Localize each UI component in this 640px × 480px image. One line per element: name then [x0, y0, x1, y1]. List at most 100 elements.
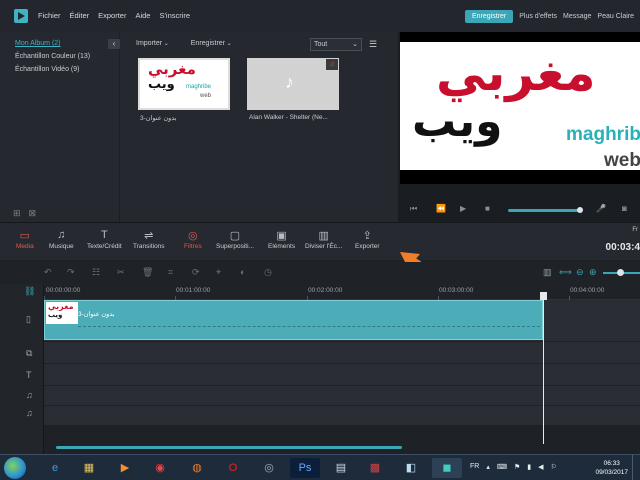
taskbar-clock[interactable]: 06:33 09/03/2017 — [595, 459, 628, 477]
title-actions: Enregistrer Plus d'effets Message Peau C… — [464, 10, 634, 23]
play-icon[interactable]: ▶ — [460, 204, 466, 213]
stop-icon[interactable]: ■ — [485, 204, 490, 213]
media-thumbnail-logo[interactable]: مغربي ويب maghribe web — [138, 58, 230, 110]
import-dropdown[interactable]: Importer — [136, 40, 169, 47]
chrome-icon[interactable]: ◉ — [145, 458, 175, 478]
more-effects-link[interactable]: Plus d'effets — [519, 13, 557, 20]
delete-folder-icon[interactable]: ⊠ — [29, 208, 37, 219]
music-track-2[interactable] — [44, 406, 640, 426]
menu-file[interactable]: Fichier — [38, 11, 61, 20]
zoom-out-icon[interactable]: ⊖ — [576, 267, 584, 278]
redo-icon[interactable]: ↷ — [67, 267, 75, 278]
explorer-icon[interactable]: ▦ — [74, 458, 104, 478]
tool-overlays-label: Superpositi... — [216, 243, 254, 250]
microphone-icon[interactable]: 🎤 — [596, 204, 606, 213]
timeline-clip[interactable]: مغربي ويب بدون عنوان-3 — [44, 300, 543, 340]
volume-icon[interactable]: ◀ — [538, 463, 543, 471]
color-picker-icon[interactable]: ⌖ — [216, 267, 221, 278]
audio-mixer-icon[interactable]: ▥ — [543, 267, 552, 278]
register-button[interactable]: Enregistrer — [464, 10, 514, 23]
zoom-in-icon[interactable]: ⊕ — [589, 267, 597, 278]
crop-icon[interactable]: ⌗ — [168, 267, 173, 278]
tray-up-icon[interactable]: ▴ — [486, 463, 490, 471]
tool-media[interactable]: ▭ Media — [16, 229, 34, 250]
playback-controls: ⏮ ⏪ ▶ ■ 🎤 ◙ — [398, 204, 640, 220]
zoom-slider[interactable] — [603, 269, 640, 276]
skin-link[interactable]: Peau Claire — [597, 13, 634, 20]
opera-icon[interactable]: O — [218, 458, 248, 478]
clock-date: 09/03/2017 — [595, 469, 628, 476]
overlay-track[interactable] — [44, 342, 640, 364]
snap-icon[interactable]: ⛓ — [24, 286, 35, 297]
preview-scrubber[interactable] — [508, 207, 583, 213]
adjust-icon[interactable]: ☷ — [92, 267, 100, 278]
tool-export[interactable]: ⇪ Exporter — [355, 229, 380, 250]
clock-icon[interactable]: ◷ — [264, 267, 272, 278]
album-color-samples[interactable]: Échantillon Couleur (13) — [15, 53, 90, 60]
tool-filters[interactable]: ◎ Filtres — [184, 229, 202, 250]
album-my-album[interactable]: Mon Album (2) — [15, 40, 61, 47]
filters-icon: ◎ — [188, 230, 198, 242]
tool-music[interactable]: ♫ Musique — [49, 229, 74, 250]
menu-edit[interactable]: Éditer — [70, 11, 90, 20]
undo-icon[interactable]: ↶ — [44, 267, 52, 278]
tool-split-screen[interactable]: ▥ Diviser l'Éc... — [305, 229, 342, 250]
show-desktop-button[interactable] — [632, 455, 640, 480]
media-player-icon[interactable]: ▶ — [110, 458, 140, 478]
overlay-icon: ▢ — [229, 230, 241, 242]
media-library: Mon Album (2) Échantillon Couleur (13) É… — [0, 32, 398, 222]
media-thumbnail-audio[interactable]: ♪ ♫ — [247, 58, 339, 110]
tool-transitions[interactable]: ⇌ Transitions — [133, 229, 165, 250]
photoshop-icon[interactable]: Ps — [290, 458, 320, 478]
filter-select[interactable]: Tout ⌄ — [310, 38, 362, 51]
start-button[interactable] — [4, 457, 26, 479]
speed-icon[interactable]: ⟳ — [192, 267, 200, 278]
message-link[interactable]: Message — [563, 13, 591, 20]
text-track[interactable] — [44, 364, 640, 386]
tool-filters-label: Filtres — [184, 243, 202, 250]
disc-icon[interactable]: ◎ — [254, 458, 284, 478]
prev-frame-icon[interactable]: ⏪ — [436, 204, 446, 213]
delete-icon[interactable]: 🗑 — [142, 267, 153, 278]
bell-icon[interactable]: ⚐ — [551, 463, 557, 471]
ruler-label-2: 00:02:00:00 — [308, 287, 343, 294]
tool-text[interactable]: T Texte/Crédit — [87, 229, 122, 250]
firefox-icon[interactable]: ◍ — [182, 458, 212, 478]
tool-overlays[interactable]: ▢ Superpositi... — [216, 229, 254, 250]
cut-icon[interactable]: ✂ — [117, 267, 125, 278]
filter-value: Tout — [314, 41, 328, 48]
ie-icon[interactable]: e — [40, 458, 70, 478]
tool-export-label: Exporter — [355, 243, 380, 250]
tool-elements[interactable]: ▣ Eléments — [268, 229, 295, 250]
chevron-down-icon: ⌄ — [352, 41, 358, 48]
snapshot-icon[interactable]: ◙ — [622, 204, 627, 213]
folder-icon: ▭ — [19, 230, 31, 242]
network-icon[interactable]: ▮ — [527, 463, 531, 471]
flag-icon[interactable]: ⚑ — [514, 463, 520, 471]
clip-label: بدون عنوان-3 — [78, 311, 115, 318]
list-view-icon[interactable]: ☰ — [369, 39, 377, 50]
filmora-taskbar-icon[interactable]: ◼ — [432, 458, 462, 478]
music-track-1[interactable] — [44, 386, 640, 406]
menu-export[interactable]: Exporter — [98, 11, 126, 20]
language-indicator[interactable]: FR — [470, 463, 479, 471]
notes-icon[interactable]: ◧ — [396, 458, 426, 478]
record-dropdown[interactable]: Enregistrer — [191, 40, 232, 47]
keyboard-icon[interactable]: ⌨ — [497, 463, 507, 471]
timeline-ruler[interactable]: 00:00:00:00 00:01:00:00 00:02:00:00 00:0… — [44, 284, 640, 300]
timeline-scrollbar[interactable] — [56, 446, 402, 449]
palette-icon[interactable]: ◐ — [240, 267, 245, 277]
playhead[interactable] — [540, 292, 547, 444]
album-video-samples[interactable]: Échantillon Vidéo (9) — [15, 66, 79, 73]
menu-signup[interactable]: S'inscrire — [159, 11, 190, 20]
photo-viewer-icon[interactable]: ▤ — [326, 458, 356, 478]
winrar-icon[interactable]: ▩ — [360, 458, 390, 478]
clip-thumb-line2: ويب — [48, 311, 63, 319]
music-note-icon: ♪ — [285, 72, 294, 92]
preview-arabic-line2: ويب — [412, 96, 503, 147]
step-back-icon[interactable]: ⏮ — [410, 204, 417, 214]
menu-help[interactable]: Aide — [135, 11, 150, 20]
fit-timeline-icon[interactable]: ⟺ — [559, 267, 572, 278]
collapse-sidebar-icon[interactable]: ‹ — [108, 39, 120, 49]
add-folder-icon[interactable]: ⊞ — [13, 208, 21, 219]
